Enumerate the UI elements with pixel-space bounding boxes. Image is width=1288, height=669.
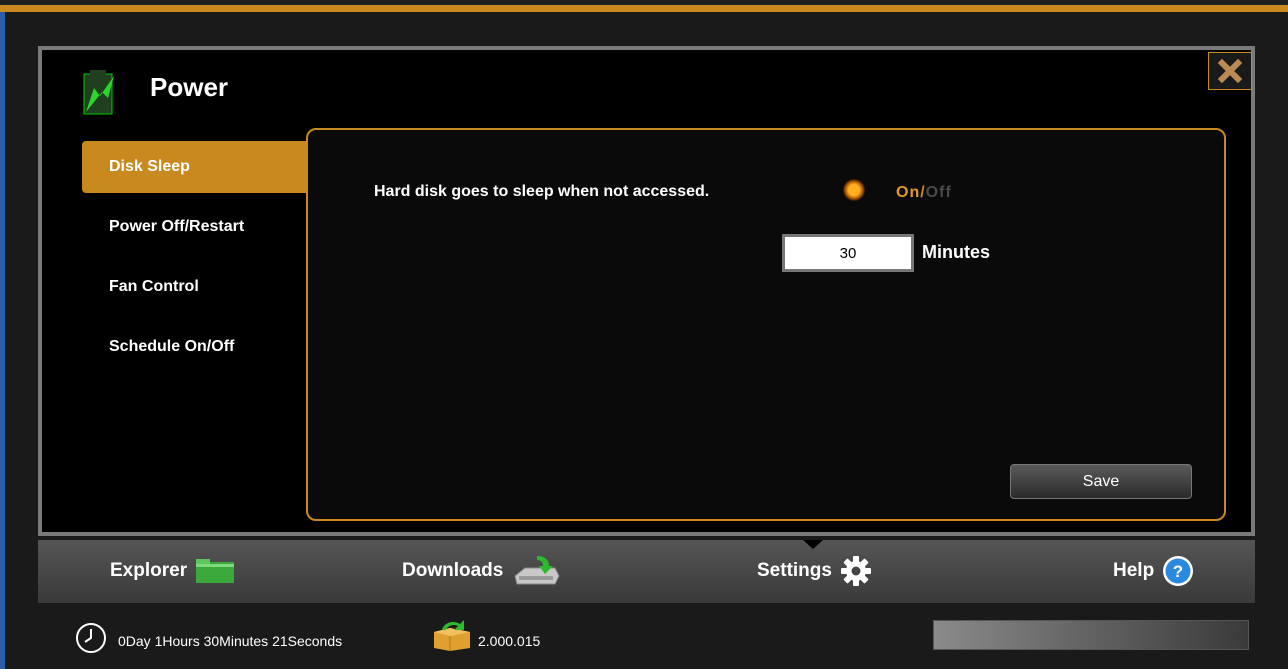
left-window-edge	[0, 12, 5, 669]
sidebar-item-schedule-on-off[interactable]: Schedule On/Off	[82, 321, 308, 373]
battery-power-icon	[83, 70, 114, 115]
active-nav-indicator	[803, 540, 823, 549]
off-label[interactable]: Off	[926, 184, 952, 201]
clock-icon	[76, 623, 106, 653]
nav-help-label: Help	[1113, 560, 1155, 581]
nav-explorer-label: Explorer	[110, 560, 188, 581]
svg-text:?: ?	[1173, 562, 1183, 581]
status-progress-bar	[933, 620, 1249, 650]
folder-icon	[196, 559, 235, 583]
on-label[interactable]: On	[896, 184, 920, 201]
nav-downloads[interactable]: Downloads	[402, 555, 561, 587]
sidebar: Disk Sleep Power Off/Restart Fan Control…	[82, 141, 308, 381]
close-button[interactable]	[1208, 52, 1252, 90]
disk-sleep-toggle-radio[interactable]	[843, 179, 865, 201]
firmware-version: 2.000.015	[478, 633, 541, 649]
on-off-toggle-label[interactable]: On/Off	[896, 184, 952, 202]
page-title: Power	[150, 72, 229, 102]
minutes-unit-label: Minutes	[922, 242, 991, 262]
nav-downloads-label: Downloads	[402, 560, 504, 581]
save-button[interactable]: Save	[1010, 464, 1192, 499]
firmware-box-icon	[434, 620, 470, 651]
uptime-text: 0Day 1Hours 30Minutes 21Seconds	[118, 633, 343, 649]
disk-sleep-description: Hard disk goes to sleep when not accesse…	[374, 183, 710, 200]
nav-settings-label: Settings	[757, 560, 832, 581]
nav-settings[interactable]: Settings	[757, 555, 872, 587]
nav-explorer[interactable]: Explorer	[110, 555, 235, 587]
sidebar-item-power-off-restart[interactable]: Power Off/Restart	[82, 201, 308, 253]
help-icon: ?	[1163, 556, 1194, 586]
close-icon	[1218, 59, 1242, 83]
nav-help[interactable]: Help ?	[1113, 555, 1194, 587]
gear-icon	[840, 556, 871, 586]
top-accent-bar	[0, 0, 1288, 12]
sleep-minutes-input[interactable]	[782, 234, 914, 272]
download-drive-icon	[514, 556, 560, 585]
sidebar-item-disk-sleep[interactable]: Disk Sleep	[82, 141, 308, 193]
sidebar-item-fan-control[interactable]: Fan Control	[82, 261, 308, 313]
